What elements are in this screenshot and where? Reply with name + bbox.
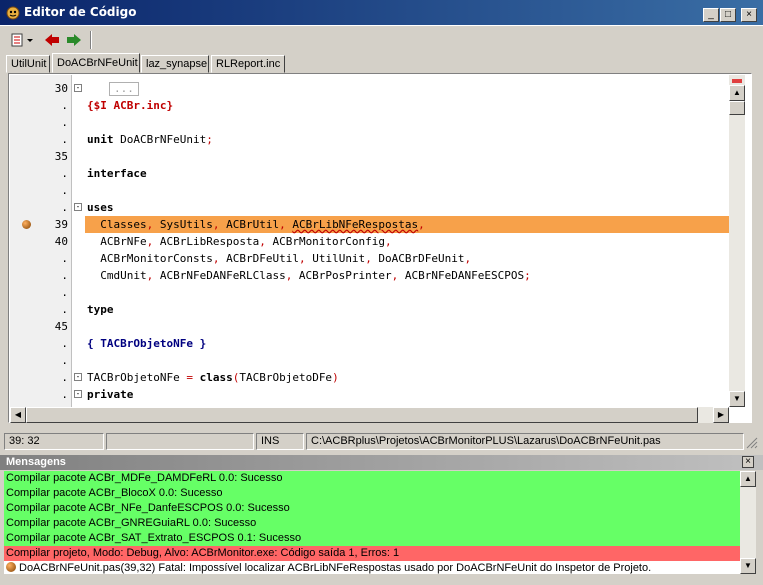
window-title: Editor de Código bbox=[24, 5, 137, 19]
fold-toggle-icon[interactable]: - bbox=[74, 373, 82, 381]
line-number: 40 bbox=[54, 235, 68, 248]
tab-rlreport-inc[interactable]: RLReport.inc bbox=[211, 55, 285, 73]
line-number: . bbox=[61, 167, 68, 180]
messages-scroll-up[interactable]: ▲ bbox=[740, 471, 756, 487]
line-number: 39 bbox=[54, 218, 68, 231]
line-number: . bbox=[61, 269, 68, 282]
line-number: . bbox=[61, 354, 68, 367]
fold-gutter[interactable]: - - - - bbox=[72, 75, 84, 407]
line-number: 35 bbox=[54, 150, 68, 163]
fold-toggle-icon[interactable]: - bbox=[74, 203, 82, 211]
messages-close-button[interactable]: × bbox=[742, 456, 754, 468]
success-message[interactable]: Compilar pacote ACBr_GNREGuiaRL 0.0: Suc… bbox=[4, 516, 742, 531]
file-path: C:\ACBRplus\Projetos\ACBrMonitorPLUS\Laz… bbox=[306, 433, 744, 450]
status-bar: 39: 32 INS C:\ACBRplus\Projetos\ACBrMoni… bbox=[0, 431, 763, 451]
success-message[interactable]: Compilar pacote ACBr_BlocoX 0.0: Sucesso bbox=[4, 486, 742, 501]
code-line[interactable]: private bbox=[85, 386, 729, 403]
error-line-icon bbox=[22, 220, 31, 229]
success-message[interactable]: Compilar pacote ACBr_NFe_DanfeESCPOS 0.0… bbox=[4, 501, 742, 516]
title-bar: Editor de Código _ □ × bbox=[0, 0, 763, 26]
scroll-thumb[interactable] bbox=[729, 101, 745, 115]
code-line[interactable] bbox=[85, 284, 729, 301]
hscroll-thumb[interactable] bbox=[26, 407, 698, 423]
fatal-error-icon bbox=[6, 562, 16, 572]
line-number: . bbox=[61, 252, 68, 265]
code-line[interactable]: uses bbox=[85, 199, 729, 216]
source-editor[interactable]: 30...35...3940....45....50 ---- ...{$I A… bbox=[8, 73, 752, 423]
error-message[interactable]: Compilar projeto, Modo: Debug, Alvo: ACB… bbox=[4, 546, 742, 561]
scroll-left-button[interactable]: ◀ bbox=[10, 407, 26, 423]
messages-scrollbar[interactable]: ▲ ▼ bbox=[740, 471, 756, 574]
code-line[interactable]: interface bbox=[85, 165, 729, 182]
close-button[interactable]: × bbox=[741, 8, 757, 22]
fold-toggle-icon[interactable]: - bbox=[74, 390, 82, 398]
scroll-right-button[interactable]: ▶ bbox=[713, 407, 729, 423]
code-line[interactable]: type bbox=[85, 301, 729, 318]
scroll-down-button[interactable]: ▼ bbox=[729, 391, 745, 407]
scroll-up-button[interactable]: ▲ bbox=[729, 85, 745, 101]
success-message[interactable]: Compilar pacote ACBr_SAT_Extrato_ESCPOS … bbox=[4, 531, 742, 546]
messages-list[interactable]: Compilar pacote ACBr_MDFe_DAMDFeRL 0.0: … bbox=[4, 471, 742, 574]
editor-toolbar bbox=[0, 27, 763, 53]
back-button[interactable] bbox=[43, 31, 61, 49]
success-message[interactable]: Compilar pacote ACBr_MDFe_DAMDFeRL 0.0: … bbox=[4, 471, 742, 486]
line-number: . bbox=[61, 133, 68, 146]
forward-button[interactable] bbox=[65, 31, 83, 49]
insert-mode: INS bbox=[256, 433, 304, 450]
line-number: . bbox=[61, 286, 68, 299]
code-line[interactable]: { TACBrObjetoNFe } bbox=[85, 335, 729, 352]
minimize-button[interactable]: _ bbox=[703, 8, 719, 22]
forward-arrow-icon bbox=[67, 34, 81, 46]
code-line[interactable] bbox=[85, 318, 729, 335]
messages-title: Mensagens bbox=[6, 456, 66, 468]
code-line[interactable]: TACBrObjetoNFe = class(TACBrObjetoDFe) bbox=[85, 369, 729, 386]
code-line[interactable] bbox=[85, 352, 729, 369]
lazarus-icon bbox=[6, 6, 20, 20]
code-line[interactable]: unit DoACBrNFeUnit; bbox=[85, 131, 729, 148]
tab-doacbrnfeunit[interactable]: DoACBrNFeUnit bbox=[52, 53, 140, 73]
error-highlight-line[interactable]: Classes, SysUtils, ACBrUtil, ACBrLibNFeR… bbox=[85, 216, 729, 233]
vertical-scrollbar[interactable]: ▲ ▼ bbox=[729, 75, 745, 407]
page-menu-icon bbox=[11, 33, 33, 47]
line-number: . bbox=[61, 201, 68, 214]
code-area[interactable]: ... {$I ACBr.inc} unit DoACBrNFeUnit; inter… bbox=[85, 75, 729, 407]
code-line[interactable] bbox=[85, 148, 729, 165]
code-line[interactable]: {$I ACBr.inc} bbox=[85, 97, 729, 114]
line-number: . bbox=[61, 337, 68, 350]
line-number: 30 bbox=[54, 82, 68, 95]
code-line[interactable]: ACBrMonitorConsts, ACBrDFeUtil, UtilUnit… bbox=[85, 250, 729, 267]
code-line[interactable] bbox=[85, 182, 729, 199]
line-number: . bbox=[61, 116, 68, 129]
cursor-position: 39: 32 bbox=[4, 433, 104, 450]
error-marker bbox=[732, 79, 742, 83]
messages-scroll-down[interactable]: ▼ bbox=[740, 558, 756, 574]
line-number: . bbox=[61, 303, 68, 316]
code-line[interactable]: ... bbox=[85, 80, 729, 97]
fold-toggle-icon[interactable]: - bbox=[74, 84, 82, 92]
toolbar-separator bbox=[90, 31, 92, 49]
back-arrow-icon bbox=[45, 34, 59, 46]
fatal-message[interactable]: DoACBrNFeUnit.pas(39,32) Fatal: Impossív… bbox=[4, 561, 742, 574]
line-number: 45 bbox=[54, 320, 68, 333]
code-line[interactable]: ACBrNFe, ACBrLibResposta, ACBrMonitorCon… bbox=[85, 233, 729, 250]
page-menu-button[interactable] bbox=[6, 31, 36, 49]
line-gutter[interactable]: 30...35...3940....45....50 bbox=[10, 75, 72, 418]
file-tabs: UtilUnit DoACBrNFeUnit laz_synapse RLRep… bbox=[0, 53, 763, 73]
line-number: . bbox=[61, 371, 68, 384]
code-line[interactable]: CmdUnit, ACBrNFeDANFeRLClass, ACBrPosPri… bbox=[85, 267, 729, 284]
horizontal-scrollbar[interactable]: ◀ ▶ bbox=[10, 407, 729, 423]
messages-header: Mensagens × bbox=[0, 455, 763, 470]
line-number: . bbox=[61, 99, 68, 112]
tab-utilunit[interactable]: UtilUnit bbox=[6, 55, 50, 73]
line-number: . bbox=[61, 184, 68, 197]
tab-laz-synapse[interactable]: laz_synapse bbox=[141, 55, 209, 73]
resize-grip-icon[interactable] bbox=[746, 437, 758, 449]
line-number: . bbox=[61, 388, 68, 401]
status-blank bbox=[106, 433, 254, 450]
maximize-button[interactable]: □ bbox=[720, 8, 736, 22]
code-line[interactable] bbox=[85, 114, 729, 131]
